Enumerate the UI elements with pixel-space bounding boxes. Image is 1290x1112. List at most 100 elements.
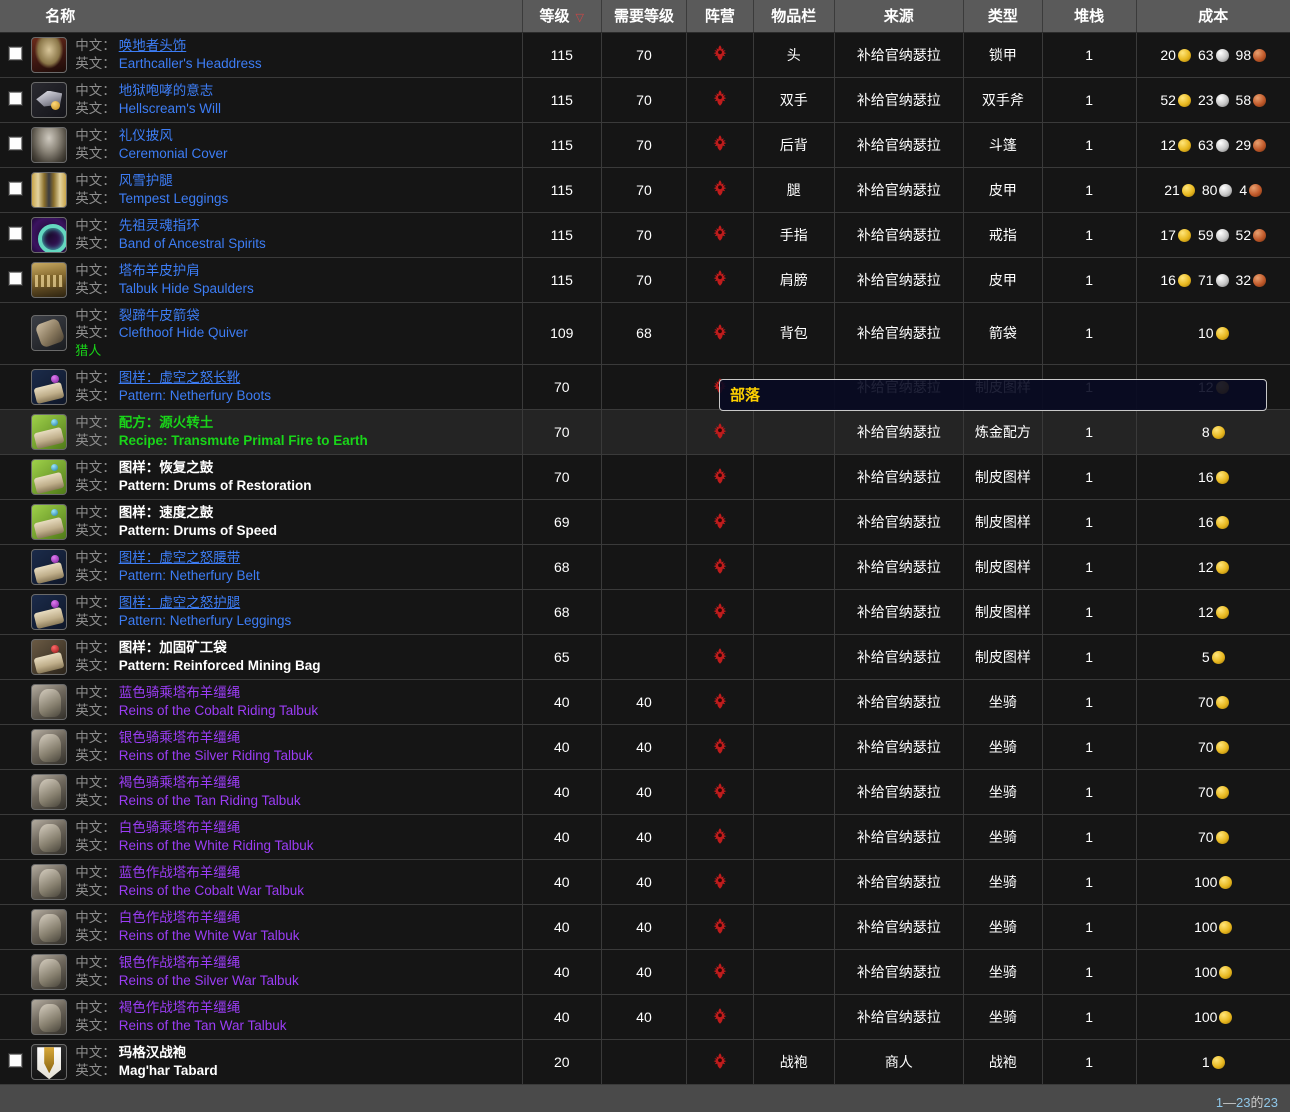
item-name-cn[interactable]: 配方：源火转土	[119, 415, 214, 430]
table-row[interactable]: 中文： 裂蹄牛皮箭袋 英文： Clefthoof Hide Quiver 猎人 109 68…	[0, 302, 1290, 366]
item-name-en[interactable]: Pattern: Netherfury Leggings	[119, 613, 292, 628]
horde-faction-icon[interactable]	[711, 134, 729, 152]
horde-faction-icon[interactable]	[711, 1052, 729, 1070]
item-icon-pattern-red[interactable]	[31, 639, 68, 676]
item-name-cn[interactable]: 图样：虚空之怒长靴	[119, 370, 241, 385]
item-name-en[interactable]: Pattern: Drums of Speed	[119, 523, 277, 538]
table-row[interactable]: 中文： 褐色骑乘塔布羊缰绳 英文： Reins of the Tan Riding T…	[0, 769, 1290, 816]
item-name-en[interactable]: Reins of the Tan Riding Talbuk	[119, 793, 301, 808]
item-icon-leggings[interactable]	[31, 171, 68, 208]
item-icon-pattern-blue[interactable]	[31, 594, 68, 631]
item-name-cn[interactable]: 图样：速度之鼓	[119, 505, 214, 520]
faction-cell[interactable]	[686, 904, 754, 951]
faction-cell[interactable]	[686, 364, 754, 411]
item-icon-axe[interactable]	[31, 81, 68, 118]
item-icon-talbuk[interactable]	[31, 774, 68, 811]
table-row[interactable]: 中文： 白色作战塔布羊缰绳 英文： Reins of the White War Ta…	[0, 904, 1290, 951]
item-name-en[interactable]: Pattern: Netherfury Belt	[119, 568, 260, 583]
row-checkbox-cell[interactable]	[0, 122, 32, 168]
header-cost[interactable]: 成本	[1136, 0, 1290, 33]
item-name-cn[interactable]: 图样：恢复之鼓	[119, 460, 214, 475]
item-name-cn[interactable]: 风雪护腿	[119, 173, 173, 188]
horde-faction-icon[interactable]	[711, 512, 729, 530]
faction-cell[interactable]	[686, 409, 754, 456]
faction-cell[interactable]	[686, 77, 754, 123]
faction-cell[interactable]	[686, 302, 754, 366]
item-icon-cloak[interactable]	[31, 126, 68, 163]
item-name-cn[interactable]: 图样：加固矿工袋	[119, 640, 227, 655]
faction-cell[interactable]	[686, 949, 754, 996]
horde-faction-icon[interactable]	[711, 269, 729, 287]
item-icon-pattern-white[interactable]	[31, 504, 68, 541]
faction-cell[interactable]	[686, 212, 754, 258]
faction-cell[interactable]	[686, 257, 754, 303]
table-row[interactable]: 中文： 礼仪披风 英文： Ceremonial Cover 115 70 后背 补给官纳瑟拉斗…	[0, 122, 1290, 168]
table-row[interactable]: 中文： 配方：源火转土 英文： Recipe: Transmute Primal Fi…	[0, 409, 1290, 456]
item-name-en[interactable]: Reins of the White War Talbuk	[119, 928, 300, 943]
row-checkbox[interactable]	[9, 1054, 23, 1068]
faction-cell[interactable]	[686, 859, 754, 906]
item-icon-talbuk[interactable]	[31, 729, 68, 766]
row-checkbox[interactable]	[9, 91, 23, 105]
item-name-cn[interactable]: 白色作战塔布羊缰绳	[119, 910, 241, 925]
table-row[interactable]: 中文： 先祖灵魂指环 英文： Band of Ancestral Spirits 115…	[0, 212, 1290, 258]
row-checkbox-cell[interactable]	[0, 32, 32, 78]
horde-faction-icon[interactable]	[711, 872, 729, 890]
faction-cell[interactable]	[686, 724, 754, 771]
horde-faction-icon[interactable]	[711, 323, 729, 341]
item-name-cn[interactable]: 银色作战塔布羊缰绳	[119, 955, 241, 970]
item-icon-quiver[interactable]	[31, 315, 68, 352]
item-icon-pattern-blue[interactable]	[31, 549, 68, 586]
table-row[interactable]: 中文： 风雪护腿 英文： Tempest Leggings 115 70 腿补给官纳瑟拉 皮甲…	[0, 167, 1290, 213]
item-name-en[interactable]: Reins of the Cobalt Riding Talbuk	[119, 703, 318, 718]
item-name-en[interactable]: Hellscream's Will	[119, 101, 221, 116]
item-name-en[interactable]: Pattern: Reinforced Mining Bag	[119, 658, 321, 673]
item-icon-talbuk[interactable]	[31, 819, 68, 856]
table-row[interactable]: 中文： 图样：速度之鼓 英文： Pattern: Drums of Speed 69 补给…	[0, 499, 1290, 546]
item-name-cn[interactable]: 图样：虚空之怒腰带	[119, 550, 241, 565]
item-name-en[interactable]: Reins of the Tan War Talbuk	[119, 1018, 287, 1033]
item-name-en[interactable]: Reins of the Silver Riding Talbuk	[119, 748, 313, 763]
faction-cell[interactable]	[686, 994, 754, 1041]
row-checkbox-cell[interactable]	[0, 1039, 32, 1086]
faction-cell[interactable]	[686, 499, 754, 546]
header-reqlevel[interactable]: 需要等级	[601, 0, 688, 33]
item-name-en[interactable]: Earthcaller's Headdress	[119, 56, 262, 71]
faction-cell[interactable]	[686, 167, 754, 213]
row-checkbox-cell[interactable]	[0, 212, 32, 258]
horde-faction-icon[interactable]	[711, 647, 729, 665]
table-row[interactable]: 中文： 银色作战塔布羊缰绳 英文： Reins of the Silver War T…	[0, 949, 1290, 996]
header-source[interactable]: 来源	[834, 0, 964, 33]
item-icon-ring[interactable]	[31, 216, 68, 253]
item-name-cn[interactable]: 蓝色作战塔布羊缰绳	[119, 865, 241, 880]
item-name-en[interactable]: Pattern: Drums of Restoration	[119, 478, 312, 493]
horde-faction-icon[interactable]	[711, 377, 729, 395]
item-icon-recipe-green[interactable]	[31, 414, 68, 451]
table-row[interactable]: 中文： 蓝色骑乘塔布羊缰绳 英文： Reins of the Cobalt Ridin…	[0, 679, 1290, 726]
header-name[interactable]: 名称	[31, 0, 523, 33]
row-checkbox-cell[interactable]	[0, 257, 32, 303]
faction-cell[interactable]	[686, 679, 754, 726]
faction-cell[interactable]	[686, 454, 754, 501]
item-name-en[interactable]: Reins of the White Riding Talbuk	[119, 838, 314, 853]
item-icon-pattern-white[interactable]	[31, 459, 68, 496]
table-row[interactable]: 中文： 褐色作战塔布羊缰绳 英文： Reins of the Tan War Talb…	[0, 994, 1290, 1041]
item-icon-talbuk[interactable]	[31, 909, 68, 946]
item-name-en[interactable]: Ceremonial Cover	[119, 146, 228, 161]
horde-faction-icon[interactable]	[711, 917, 729, 935]
horde-faction-icon[interactable]	[711, 827, 729, 845]
table-row[interactable]: 中文： 图样：恢复之鼓 英文： Pattern: Drums of Restorati…	[0, 454, 1290, 501]
horde-faction-icon[interactable]	[711, 557, 729, 575]
table-row[interactable]: 中文： 银色骑乘塔布羊缰绳 英文： Reins of the Silver Ridin…	[0, 724, 1290, 771]
item-name-cn[interactable]: 白色骑乘塔布羊缰绳	[119, 820, 241, 835]
faction-cell[interactable]	[686, 122, 754, 168]
horde-faction-icon[interactable]	[711, 782, 729, 800]
header-type[interactable]: 类型	[963, 0, 1043, 33]
table-row[interactable]: 中文： 塔布羊皮护肩 英文： Talbuk Hide Spaulders 115 70 肩膀…	[0, 257, 1290, 303]
item-icon-tabard[interactable]	[31, 1044, 68, 1081]
horde-faction-icon[interactable]	[711, 1007, 729, 1025]
row-checkbox[interactable]	[9, 136, 23, 150]
horde-faction-icon[interactable]	[711, 44, 729, 62]
row-checkbox[interactable]	[9, 226, 23, 240]
item-name-en[interactable]: Recipe: Transmute Primal Fire to Earth	[119, 433, 368, 448]
